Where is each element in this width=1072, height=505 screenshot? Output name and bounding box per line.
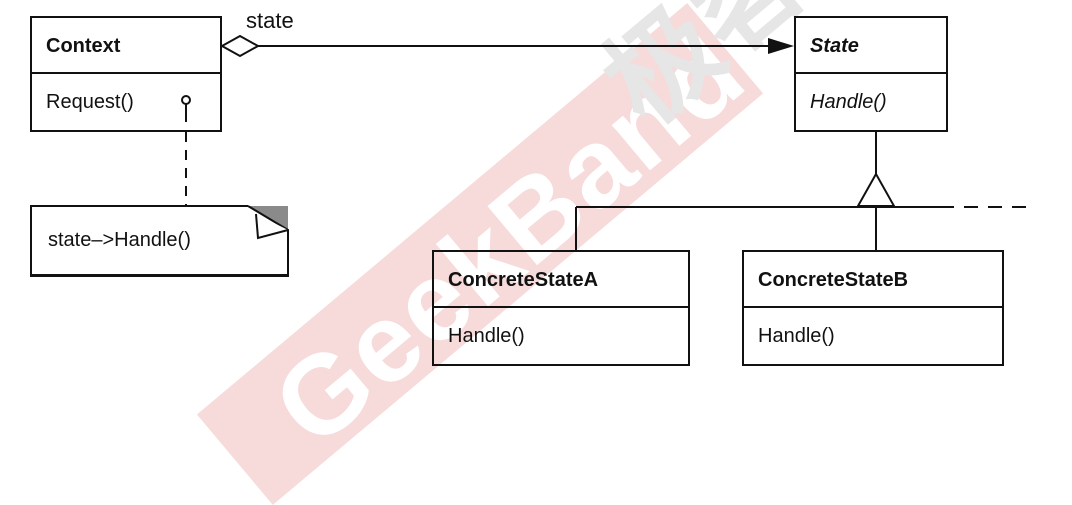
class-context-op-request: Request(): [46, 91, 134, 113]
class-concrete-state-b: ConcreteStateB Handle(): [742, 250, 1004, 366]
association-label: state: [246, 8, 294, 33]
class-concrete-state-b-op-handle: Handle(): [758, 325, 835, 347]
class-context-name: Context: [32, 18, 220, 74]
note: state–>Handle(): [30, 206, 288, 276]
note-text: state–>Handle(): [48, 229, 191, 251]
class-concrete-state-a: ConcreteStateA Handle(): [432, 250, 690, 366]
class-context: Context Request(): [30, 16, 222, 132]
class-state-op-handle: Handle(): [810, 91, 887, 113]
class-state: State Handle(): [794, 16, 948, 132]
class-concrete-state-b-name: ConcreteStateB: [744, 252, 1002, 308]
association-arrowhead: [768, 38, 794, 54]
class-concrete-state-a-name: ConcreteStateA: [434, 252, 688, 308]
class-concrete-state-a-op-handle: Handle(): [448, 325, 525, 347]
aggregation-diamond: [219, 34, 261, 58]
inheritance-triangle: [856, 171, 896, 207]
class-state-name: State: [796, 18, 946, 74]
